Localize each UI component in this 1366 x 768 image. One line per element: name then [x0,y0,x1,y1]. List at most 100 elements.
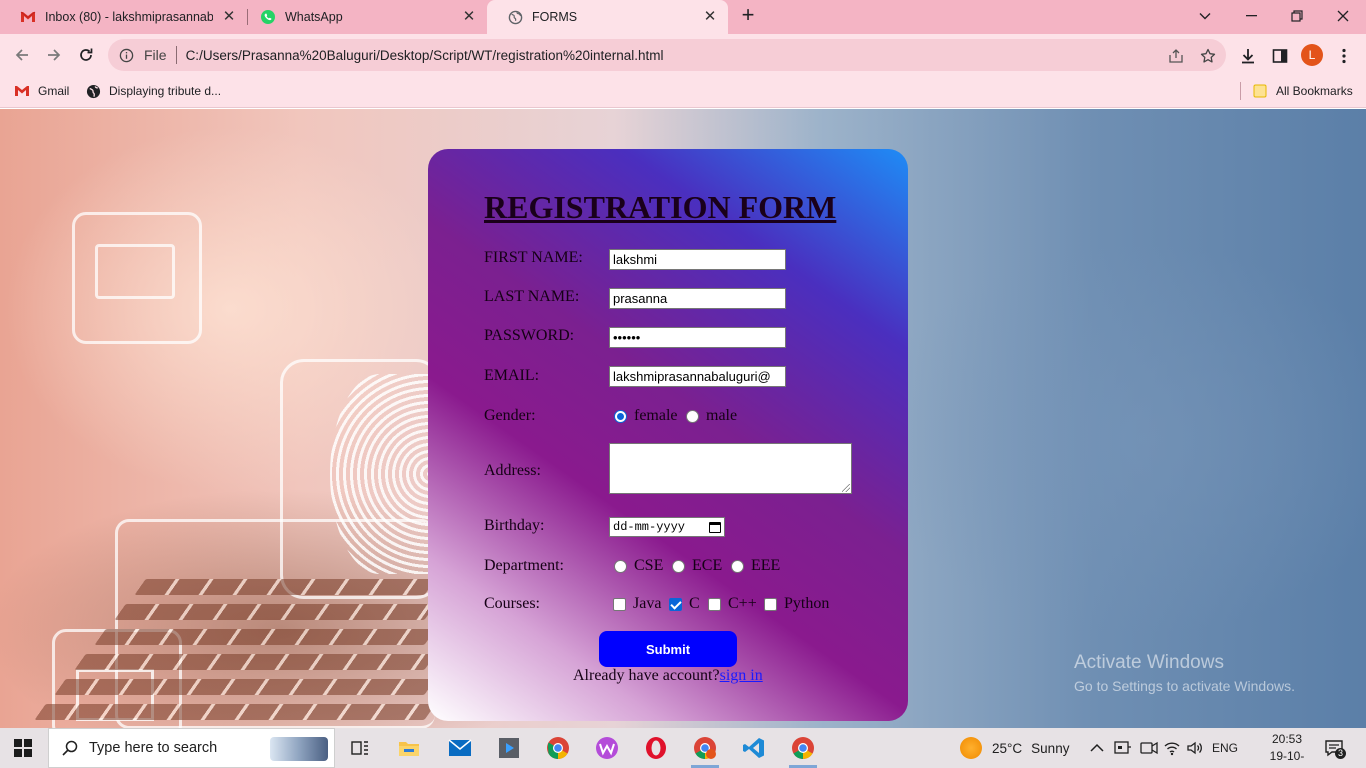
vscode-icon[interactable] [731,728,777,768]
new-tab-button[interactable]: + [736,4,760,28]
radio-button[interactable] [614,559,627,573]
resize-handle-icon[interactable] [842,484,850,492]
account-text: Already have account? [573,667,720,684]
download-icon [1242,49,1254,64]
notification-center-icon[interactable]: 3 [1324,728,1347,768]
option-label: C++ [728,595,757,612]
tab-gmail[interactable]: Inbox (80) - lakshmiprasannabal ✕ [0,0,247,34]
weather-widget[interactable]: 25°C Sunny [960,728,1069,768]
tab-whatsapp[interactable]: WhatsApp ✕ [240,0,487,34]
back-button[interactable] [8,41,36,69]
radio-button[interactable] [731,559,744,573]
checkbox[interactable] [708,597,721,611]
network-adapter-icon[interactable] [1114,728,1132,768]
tab-search-button[interactable] [1182,0,1228,32]
minimize-button[interactable] [1228,0,1274,32]
meet-now-icon[interactable] [1140,728,1158,768]
radio-button[interactable] [672,559,685,573]
tab-label: FORMS [532,10,578,24]
volume-icon[interactable] [1186,728,1204,768]
address-textarea[interactable] [609,443,852,494]
gender-female-option[interactable]: female [614,407,678,425]
globe-icon [85,83,101,99]
department-cse-option[interactable]: CSE [614,557,663,575]
chevron-down-icon [1199,13,1211,20]
option-label: female [634,407,678,424]
bookmark-gmail[interactable]: Gmail [14,83,69,99]
course-java-option[interactable]: Java [613,595,661,613]
arrow-left-icon [15,49,28,61]
watermark-title: Activate Windows [1074,652,1224,673]
media-player-icon[interactable] [486,728,532,768]
url-text[interactable]: C:/Users/Prasanna%20Baluguri/Desktop/Scr… [186,48,664,63]
course-python-option[interactable]: Python [764,595,829,613]
chrome-icon[interactable] [780,728,826,768]
option-label: Python [784,595,830,612]
taskbar-search[interactable]: Type here to search [48,728,335,768]
close-window-button[interactable] [1320,0,1366,32]
forward-button[interactable] [40,41,68,69]
radio-button[interactable] [614,409,627,423]
password-input[interactable] [609,327,786,348]
checkbox[interactable] [764,597,777,611]
restore-button[interactable] [1274,0,1320,32]
wifi-icon[interactable] [1163,728,1181,768]
share-icon[interactable] [1166,46,1186,66]
close-icon[interactable]: ✕ [461,9,477,25]
menu-button[interactable] [1333,45,1355,67]
birthday-input[interactable]: dd-mm-yyyy [609,517,725,537]
option-label: C [689,595,700,612]
keyboard-decoration [134,579,436,595]
profile-avatar[interactable]: L [1301,44,1323,66]
windows-taskbar: Type here to search 25°C Sunny ENG 20:53… [0,728,1366,768]
calendar-icon[interactable] [709,521,721,533]
file-explorer-icon[interactable] [386,728,432,768]
gender-label: Gender: [484,407,536,424]
checkbox[interactable] [613,597,626,611]
activate-windows-watermark: Activate Windows Go to Settings to activ… [1074,652,1295,694]
info-icon[interactable] [118,47,134,63]
chrome-profile-icon[interactable] [682,728,728,768]
last-name-input[interactable] [609,288,786,309]
divider [175,46,177,64]
bookmark-tribute[interactable]: Displaying tribute d... [85,83,221,99]
globe-icon [507,9,523,25]
department-ece-option[interactable]: ECE [672,557,722,575]
minimize-icon [1245,15,1257,17]
paint-app-icon[interactable] [584,728,630,768]
chevron-up-icon[interactable] [1090,728,1104,768]
date-placeholder: dd-mm-yyyy [613,520,686,534]
sign-in-link[interactable]: sign in [720,667,763,684]
task-view-icon[interactable] [337,728,383,768]
language-indicator[interactable]: ENG [1212,728,1238,768]
close-icon[interactable]: ✕ [702,9,718,25]
tab-forms[interactable]: FORMS ✕ [487,0,728,34]
department-eee-option[interactable]: EEE [731,557,780,575]
email-input[interactable] [609,366,786,387]
chrome-icon[interactable] [535,728,581,768]
option-label: CSE [634,557,664,574]
first-name-input[interactable] [609,249,786,270]
address-bar[interactable]: File C:/Users/Prasanna%20Baluguri/Deskto… [108,39,1226,71]
close-icon[interactable]: ✕ [221,9,237,25]
course-c-option[interactable]: C [669,595,700,613]
submit-button[interactable]: Submit [599,631,737,667]
gender-male-option[interactable]: male [686,407,737,425]
notification-badge: 3 [1335,748,1347,759]
windows-start-icon[interactable] [14,739,32,757]
reload-button[interactable] [72,41,100,69]
clock-time: 20:53 [1271,732,1303,746]
all-bookmarks-button[interactable]: All Bookmarks [1252,83,1353,99]
course-cpp-option[interactable]: C++ [708,595,757,613]
system-clock[interactable]: 20:53 19-10-2023 [1258,731,1316,768]
checkbox[interactable] [669,597,682,611]
close-icon [1337,10,1349,22]
opera-icon[interactable] [633,728,679,768]
star-icon[interactable] [1198,46,1218,66]
tab-label: WhatsApp [285,10,343,24]
side-panel-button[interactable] [1269,45,1291,67]
radio-button[interactable] [686,409,699,423]
download-button[interactable] [1237,45,1259,67]
mail-app-icon[interactable] [437,728,483,768]
option-label: Java [633,595,662,612]
